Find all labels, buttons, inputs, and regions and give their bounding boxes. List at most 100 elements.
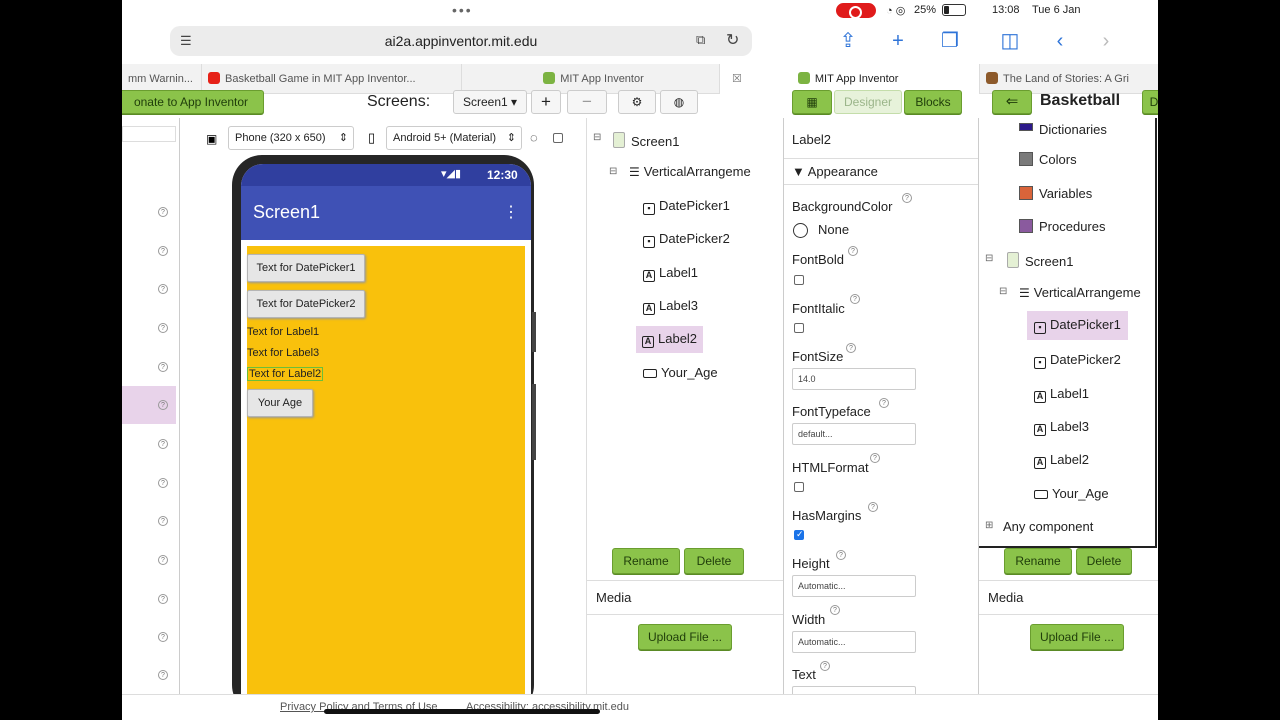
theme-select[interactable]: Android 5+ (Material) ⇕ bbox=[386, 126, 522, 150]
font-size-input[interactable]: 14.0 bbox=[792, 368, 916, 390]
color-none-radio[interactable] bbox=[793, 223, 808, 238]
hidden-components-icon[interactable]: ◌ bbox=[530, 130, 538, 145]
tree-datepicker1[interactable]: ▪ DatePicker1 bbox=[643, 198, 730, 215]
datepicker2[interactable]: Text for DatePicker2 bbox=[247, 290, 365, 318]
vertical-arrangement[interactable]: Text for DatePicker1 Text for DatePicker… bbox=[247, 246, 525, 694]
address-bar[interactable]: ☰ ai2a.appinventor.mit.edu ⧉ ↻ bbox=[170, 26, 752, 56]
upload-file-button[interactable]: Upload File ... bbox=[638, 624, 732, 650]
builtin-colors[interactable]: Colors bbox=[1019, 152, 1077, 167]
blocks-scrollbar[interactable] bbox=[1155, 118, 1157, 546]
help-icon[interactable]: ? bbox=[158, 207, 168, 217]
appearance-section[interactable]: ▼ Appearance bbox=[792, 164, 878, 179]
help-icon[interactable]: ? bbox=[158, 362, 168, 372]
help-icon[interactable]: ? bbox=[158, 284, 168, 294]
help-icon[interactable]: ? bbox=[158, 670, 168, 680]
sidebar-icon[interactable]: ◫ bbox=[996, 28, 1024, 54]
collapse-icon[interactable]: ⊟ bbox=[609, 166, 617, 177]
help-icon[interactable]: ? bbox=[158, 478, 168, 488]
blocks-datepicker1[interactable]: ▪ DatePicker1 bbox=[1027, 311, 1128, 340]
back-icon[interactable]: ‹ bbox=[1046, 28, 1074, 54]
overflow-menu-icon[interactable]: ⋮ bbox=[503, 202, 519, 222]
height-input[interactable]: Automatic... bbox=[792, 575, 916, 597]
label3[interactable]: Text for Label3 bbox=[247, 347, 319, 359]
help-icon[interactable]: ? bbox=[870, 453, 880, 463]
help-icon[interactable]: ? bbox=[158, 439, 168, 449]
label1[interactable]: Text for Label1 bbox=[247, 326, 319, 338]
tree-label1[interactable]: A Label1 bbox=[643, 265, 698, 282]
add-screen-button[interactable]: + bbox=[531, 90, 561, 114]
project-properties-icon[interactable]: ⚙ bbox=[618, 90, 656, 114]
help-icon[interactable]: ? bbox=[830, 605, 840, 615]
collapse-icon[interactable]: ⊟ bbox=[985, 253, 993, 264]
home-indicator[interactable] bbox=[324, 709, 600, 714]
has-margins-checkbox[interactable] bbox=[794, 529, 804, 540]
screen-select[interactable]: Screen1 ▾ bbox=[453, 90, 527, 114]
help-icon[interactable]: ? bbox=[158, 594, 168, 604]
builtin-variables[interactable]: Variables bbox=[1019, 186, 1092, 201]
help-icon[interactable]: ? bbox=[868, 502, 878, 512]
tablet-size-icon[interactable]: ▣ bbox=[206, 132, 217, 146]
help-icon[interactable]: ? bbox=[158, 516, 168, 526]
rename-button[interactable]: Rename bbox=[612, 548, 680, 574]
tree-your-age[interactable]: Your_Age bbox=[643, 365, 718, 380]
help-icon[interactable]: ? bbox=[836, 550, 846, 560]
blocks-upload-file-button[interactable]: Upload File ... bbox=[1030, 624, 1124, 650]
width-input[interactable]: Automatic... bbox=[792, 631, 916, 653]
builtin-dictionaries[interactable]: Dictionaries bbox=[1019, 122, 1107, 137]
translate-icon[interactable]: ⧉ bbox=[696, 32, 705, 48]
blocks-label2[interactable]: A Label2 bbox=[1034, 452, 1089, 469]
donate-button[interactable]: onate to App Inventor bbox=[122, 90, 264, 114]
help-icon[interactable]: ? bbox=[848, 246, 858, 256]
blocks-vertical-arrangement[interactable]: ☰ VerticalArrangeme bbox=[1019, 285, 1141, 300]
help-icon[interactable]: ? bbox=[902, 193, 912, 203]
delete-button[interactable]: Delete bbox=[684, 548, 744, 574]
new-tab-icon[interactable]: + bbox=[884, 28, 912, 54]
blocks-datepicker2[interactable]: ▪ DatePicker2 bbox=[1034, 352, 1121, 369]
back-arrow-icon[interactable]: ⇐ bbox=[992, 90, 1032, 114]
help-icon[interactable]: ? bbox=[158, 555, 168, 565]
globe-icon[interactable]: ◍ bbox=[660, 90, 698, 114]
datepicker1[interactable]: Text for DatePicker1 bbox=[247, 254, 365, 282]
tabs-overview-icon[interactable]: ❐ bbox=[936, 28, 964, 54]
your-age-button[interactable]: Your Age bbox=[247, 389, 313, 417]
font-typeface-input[interactable]: default... bbox=[792, 423, 916, 445]
close-tab-icon[interactable]: ☒ bbox=[732, 73, 742, 85]
tree-vertical-arrangement[interactable]: ☰ VerticalArrangeme bbox=[629, 164, 751, 179]
font-bold-checkbox[interactable] bbox=[794, 275, 804, 285]
help-icon[interactable]: ? bbox=[158, 400, 168, 410]
help-icon[interactable]: ? bbox=[850, 294, 860, 304]
multitask-dots-icon[interactable]: ••• bbox=[452, 2, 473, 18]
forward-icon[interactable]: › bbox=[1092, 28, 1120, 54]
help-icon[interactable]: ? bbox=[158, 632, 168, 642]
label2[interactable]: Text for Label2 bbox=[247, 367, 324, 381]
remove-screen-button[interactable]: − bbox=[567, 90, 607, 114]
blocks-your-age[interactable]: Your_Age bbox=[1034, 486, 1109, 501]
help-icon[interactable]: ? bbox=[846, 343, 856, 353]
blocks-screen1[interactable]: Screen1 bbox=[1007, 252, 1073, 269]
palette-toggle-icon[interactable]: ▦ bbox=[792, 90, 832, 114]
palette-search-input[interactable] bbox=[122, 126, 176, 142]
blocks-delete-button[interactable]: Delete bbox=[1076, 548, 1132, 574]
tree-datepicker2[interactable]: ▪ DatePicker2 bbox=[643, 231, 730, 248]
html-format-checkbox[interactable] bbox=[794, 482, 804, 492]
reload-icon[interactable]: ↻ bbox=[726, 30, 739, 50]
hidden-components-checkbox[interactable] bbox=[553, 133, 563, 143]
builtin-procedures[interactable]: Procedures bbox=[1019, 219, 1105, 234]
tree-label2[interactable]: A Label2 bbox=[636, 326, 704, 353]
blocks-label3[interactable]: A Label3 bbox=[1034, 419, 1089, 436]
help-icon[interactable]: ? bbox=[879, 398, 889, 408]
tree-label3[interactable]: A Label3 bbox=[643, 298, 698, 315]
expand-icon[interactable]: ⊞ bbox=[985, 520, 993, 531]
help-icon[interactable]: ? bbox=[158, 323, 168, 333]
designer-button[interactable]: Designer bbox=[834, 90, 902, 114]
screen-record-icon[interactable] bbox=[836, 3, 876, 19]
collapse-icon[interactable]: ⊟ bbox=[999, 286, 1007, 297]
cutoff-button[interactable]: D bbox=[1142, 90, 1158, 114]
blocks-rename-button[interactable]: Rename bbox=[1004, 548, 1072, 574]
blocks-button[interactable]: Blocks bbox=[904, 90, 962, 114]
blocks-label1[interactable]: A Label1 bbox=[1034, 386, 1089, 403]
help-icon[interactable]: ? bbox=[158, 246, 168, 256]
text-input[interactable] bbox=[792, 686, 916, 694]
blocks-any-component[interactable]: Any component bbox=[1003, 519, 1093, 534]
help-icon[interactable]: ? bbox=[820, 661, 830, 671]
